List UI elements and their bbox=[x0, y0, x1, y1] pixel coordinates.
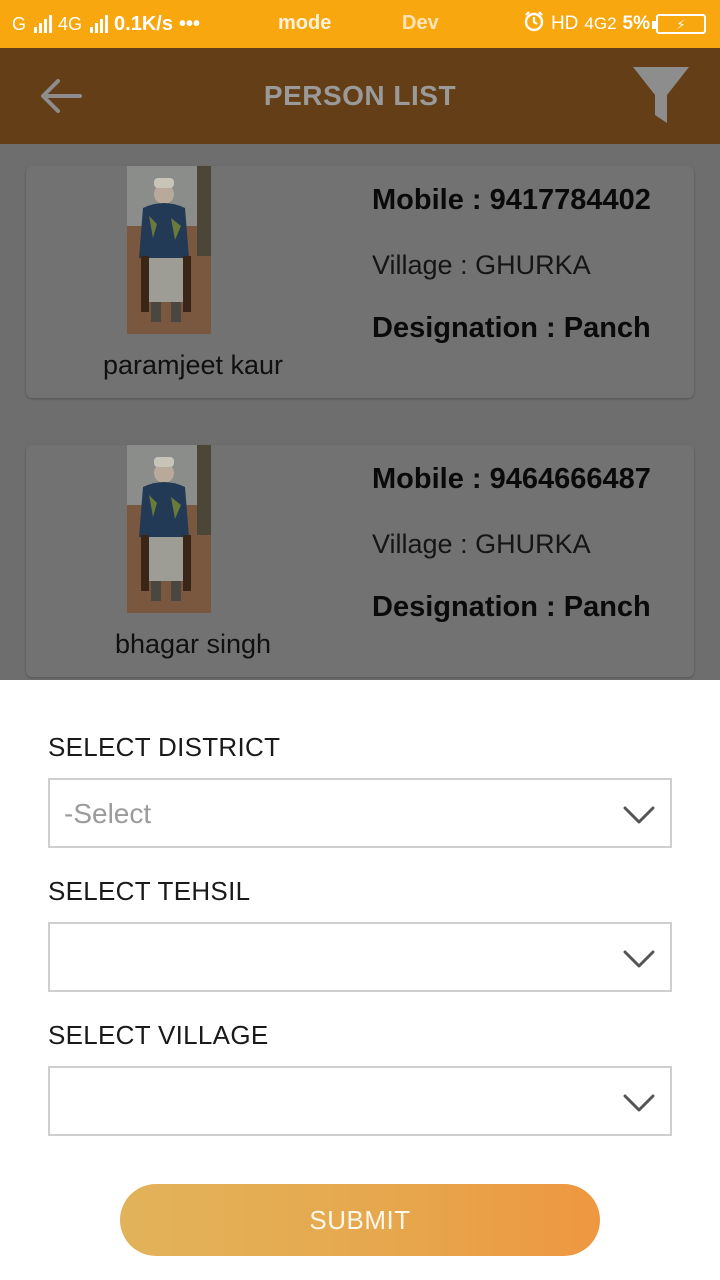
person-village: Village : GHURKA bbox=[372, 250, 591, 280]
arrow-left-icon bbox=[41, 79, 82, 113]
notification-dev-text: Dev bbox=[402, 12, 439, 34]
carrier-label: G bbox=[12, 13, 27, 34]
signal-strength-icon-2 bbox=[90, 15, 109, 33]
person-designation: Designation : Panch bbox=[372, 591, 651, 623]
district-label: SELECT DISTRICT bbox=[48, 732, 281, 762]
alarm-clock-icon bbox=[523, 10, 545, 38]
network-type-right: 4G2 bbox=[584, 14, 617, 33]
filter-bottom-sheet: SELECT DISTRICT -Select SELECT TEHSIL SE… bbox=[0, 680, 720, 1280]
status-bar: G 4G 0.1K/s ••• mode Dev HD 4G2 5% ⚡ bbox=[0, 0, 720, 48]
network-type-label: 4G bbox=[58, 13, 83, 34]
person-designation: Designation : Panch bbox=[372, 312, 651, 344]
status-left: G 4G 0.1K/s ••• bbox=[12, 13, 200, 36]
district-select[interactable]: -Select bbox=[48, 778, 672, 848]
app-bar: PERSON LIST bbox=[0, 48, 720, 144]
battery-charging-icon: ⚡ bbox=[652, 14, 706, 34]
person-village: Village : GHURKA bbox=[372, 529, 591, 559]
submit-button[interactable]: SUBMIT bbox=[120, 1184, 600, 1256]
person-list: paramjeet kaur Mobile : 9417784402 Villa… bbox=[0, 144, 720, 680]
filter-funnel-icon bbox=[633, 67, 689, 123]
chevron-down-icon bbox=[623, 806, 655, 824]
status-right: HD 4G2 5% ⚡ bbox=[523, 0, 706, 48]
notification-mode-text: mode bbox=[278, 12, 332, 34]
person-name: bhagar singh bbox=[114, 629, 272, 659]
person-name: paramjeet kaur bbox=[102, 350, 284, 380]
person-card[interactable]: paramjeet kaur Mobile : 9417784402 Villa… bbox=[26, 166, 694, 398]
person-card[interactable]: bhagar singh Mobile : 9464666487 Village… bbox=[26, 445, 694, 677]
person-photo bbox=[127, 445, 211, 613]
battery-percent: 5% bbox=[622, 13, 650, 34]
person-mobile: Mobile : 9464666487 bbox=[372, 463, 651, 495]
person-mobile: Mobile : 9417784402 bbox=[372, 184, 651, 216]
village-label: SELECT VILLAGE bbox=[48, 1020, 269, 1050]
district-select-value: -Select bbox=[64, 798, 152, 829]
tehsil-select[interactable] bbox=[48, 922, 672, 992]
network-speed: 0.1K/s bbox=[114, 12, 173, 35]
page-title: PERSON LIST bbox=[263, 80, 457, 111]
tehsil-label: SELECT TEHSIL bbox=[48, 876, 251, 906]
person-photo bbox=[127, 166, 211, 334]
chevron-down-icon bbox=[623, 1094, 655, 1112]
signal-strength-icon bbox=[34, 15, 53, 33]
village-select[interactable] bbox=[48, 1066, 672, 1136]
filter-button[interactable] bbox=[630, 64, 692, 128]
hd-label: HD bbox=[550, 13, 579, 34]
back-button[interactable] bbox=[36, 76, 84, 116]
more-notifications-icon: ••• bbox=[178, 12, 200, 35]
chevron-down-icon bbox=[623, 950, 655, 968]
